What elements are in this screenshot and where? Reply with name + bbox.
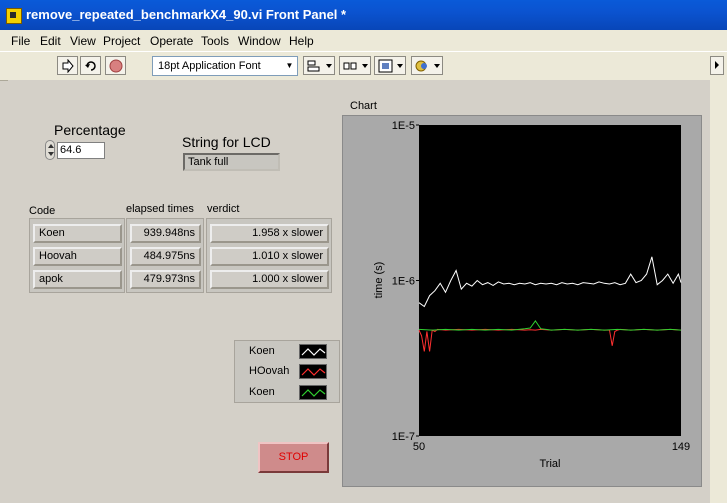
code-cell: Koen — [33, 224, 122, 243]
verdict-array-label: verdict — [207, 203, 240, 215]
elapsed-time-cell: 939.948ns — [130, 224, 201, 243]
code-cell: apok — [33, 270, 122, 289]
distribute-objects-icon — [343, 62, 368, 70]
menu-tools[interactable]: Tools — [201, 34, 229, 48]
align-objects-button[interactable] — [303, 56, 335, 75]
run-continuously-icon — [85, 61, 96, 71]
x-axis-label: Trial — [540, 458, 561, 470]
menu-project[interactable]: Project — [103, 34, 140, 48]
chart-title: Chart — [350, 100, 377, 112]
percentage-input[interactable]: 64.6 — [57, 142, 105, 159]
elapsed-time-cell: 479.973ns — [130, 270, 201, 289]
elapsed-times-array: 939.948ns 484.975ns 479.973ns — [126, 218, 204, 293]
legend-swatch — [299, 385, 327, 400]
code-array-label: Code — [29, 205, 56, 217]
reorder-button[interactable] — [411, 56, 443, 75]
menu-window[interactable]: Window — [238, 34, 281, 48]
reorder-icon — [415, 60, 440, 72]
run-button[interactable] — [57, 56, 78, 75]
lcd-string-label: String for LCD — [182, 134, 271, 150]
window-title: remove_repeated_benchmarkX4_90.vi Front … — [26, 7, 347, 22]
legend-label: Koen — [249, 386, 275, 398]
distribute-objects-button[interactable] — [339, 56, 371, 75]
labview-vi-icon — [6, 8, 22, 24]
percentage-label: Percentage — [54, 122, 126, 138]
font-select-value: 18pt Application Font — [158, 60, 261, 72]
code-array: Koen Hoovah apok — [29, 218, 125, 293]
y-tick-label: 1E-5 — [392, 120, 415, 132]
align-objects-icon — [307, 60, 332, 72]
menu-bar: File Edit View Project Operate Tools Win… — [0, 30, 727, 51]
x-tick-label: 149 — [672, 441, 690, 453]
waveform-chart[interactable]: 1E-5 1E-6 1E-7 50 149 time (s) Trial — [342, 115, 702, 487]
abort-button[interactable] — [105, 56, 126, 75]
menu-operate[interactable]: Operate — [150, 34, 193, 48]
chevron-right-icon — [715, 61, 719, 69]
elapsed-time-cell: 484.975ns — [130, 247, 201, 266]
menu-view[interactable]: View — [70, 34, 96, 48]
plot-legend: Koen HOovah Koen — [234, 340, 340, 403]
legend-row[interactable]: Koen — [235, 342, 341, 362]
verdict-array: 1.958 x slower 1.010 x slower 1.000 x sl… — [206, 218, 332, 293]
y-axis-label: time (s) — [373, 262, 385, 299]
chevron-down-icon: ▼ — [285, 61, 294, 70]
percentage-increment-decrement[interactable] — [45, 140, 55, 160]
stop-button[interactable]: STOP — [258, 442, 329, 473]
stop-sign-icon — [109, 59, 123, 73]
font-select[interactable]: 18pt Application Font ▼ — [152, 56, 298, 76]
title-bar: remove_repeated_benchmarkX4_90.vi Front … — [0, 0, 727, 30]
menu-edit[interactable]: Edit — [40, 34, 61, 48]
toolbar: 18pt Application Font ▼ — [0, 51, 727, 81]
y-tick-label: 1E-6 — [392, 276, 415, 288]
legend-swatch — [299, 344, 327, 359]
verdict-cell: 1.958 x slower — [210, 224, 329, 243]
code-cell: Hoovah — [33, 247, 122, 266]
legend-row[interactable]: Koen — [235, 383, 341, 403]
toolbar-scroll-right[interactable] — [710, 56, 724, 75]
legend-label: Koen — [249, 345, 275, 357]
legend-label: HOovah — [249, 365, 290, 377]
x-tick-label: 50 — [413, 441, 425, 453]
vertical-scrollbar[interactable] — [710, 80, 727, 503]
run-continuously-button[interactable] — [80, 56, 101, 75]
verdict-cell: 1.000 x slower — [210, 270, 329, 289]
legend-row[interactable]: HOovah — [235, 362, 341, 382]
menu-file[interactable]: File — [11, 34, 30, 48]
resize-objects-button[interactable] — [374, 56, 406, 75]
run-arrow-icon — [62, 59, 74, 73]
y-tick-label: 1E-7 — [392, 431, 415, 443]
lcd-string-indicator: Tank full — [183, 153, 280, 171]
legend-swatch — [299, 364, 327, 379]
elapsed-times-array-label: elapsed times — [126, 203, 194, 215]
verdict-cell: 1.010 x slower — [210, 247, 329, 266]
resize-objects-icon — [378, 59, 403, 73]
menu-help[interactable]: Help — [289, 34, 314, 48]
